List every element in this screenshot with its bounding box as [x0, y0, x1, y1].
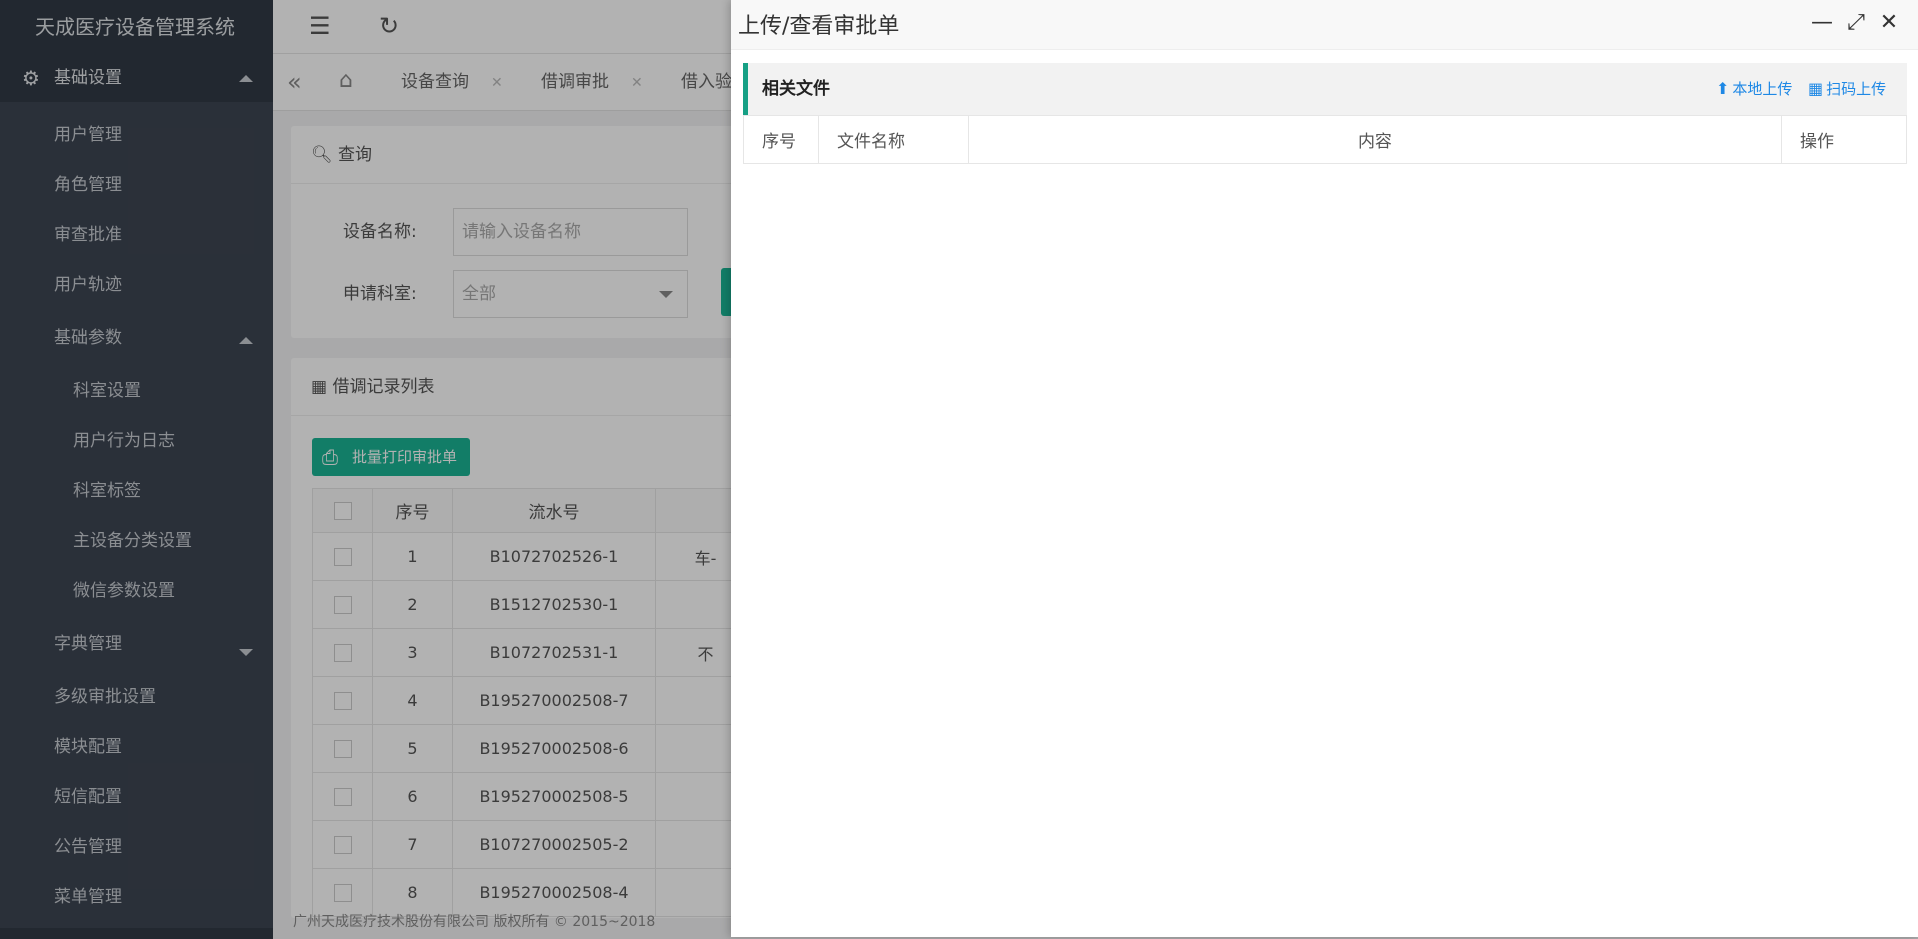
local-upload-button[interactable]: ⬆ 本地上传 — [1716, 63, 1792, 115]
local-upload-label: 本地上传 — [1732, 80, 1793, 98]
col-content: 内容 — [967, 115, 1783, 164]
panel-title: 相关文件 — [762, 79, 830, 99]
modal-title: 上传/查看审批单 — [738, 14, 900, 39]
files-table: 序号 文件名称 内容 操作 — [743, 115, 1907, 164]
upload-icon: ⬆ — [1716, 79, 1730, 98]
scan-upload-button[interactable]: ▦ 扫码上传 — [1808, 63, 1886, 115]
col-no: 序号 — [743, 115, 819, 164]
upload-approval-modal: 上传/查看审批单 — ⤢ ✕ 相关文件 ⬆ 本地上传 ▦ 扫码上传 序号 文件名称 … — [731, 0, 1918, 937]
maximize-icon[interactable]: ⤢ — [1843, 10, 1869, 35]
related-files-panel: 相关文件 ⬆ 本地上传 ▦ 扫码上传 序号 文件名称 内容 操作 — [743, 63, 1907, 164]
qrcode-icon: ▦ — [1808, 79, 1824, 98]
minimize-icon[interactable]: — — [1809, 10, 1835, 35]
scan-upload-label: 扫码上传 — [1826, 80, 1887, 98]
close-icon[interactable]: ✕ — [1876, 10, 1902, 35]
files-header-row: 序号 文件名称 内容 操作 — [743, 115, 1907, 164]
panel-header: 相关文件 ⬆ 本地上传 ▦ 扫码上传 — [743, 63, 1907, 115]
col-filename: 文件名称 — [817, 115, 969, 164]
col-action: 操作 — [1781, 115, 1907, 164]
modal-header: 上传/查看审批单 — ⤢ ✕ — [731, 0, 1918, 50]
